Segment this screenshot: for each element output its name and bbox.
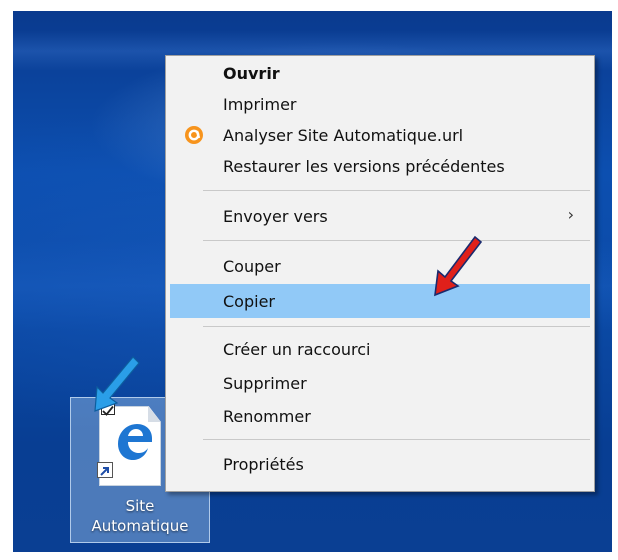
icon-label-line1: Site <box>125 497 155 515</box>
desktop-icon-label: Site Automatique <box>71 496 209 536</box>
menu-separator <box>203 190 590 191</box>
menu-item-label: Créer un raccourci <box>223 340 371 359</box>
menu-item-label: Renommer <box>223 407 311 426</box>
menu-separator <box>203 326 590 327</box>
menu-item-label: Imprimer <box>223 95 297 114</box>
menu-item-proprietes[interactable]: Propriétés <box>170 449 590 479</box>
chevron-right-icon: › <box>567 205 574 224</box>
menu-item-label: Supprimer <box>223 374 307 393</box>
menu-item-label: Copier <box>223 292 275 311</box>
menu-item-creer-raccourci[interactable]: Créer un raccourci <box>170 334 590 364</box>
menu-item-renommer[interactable]: Renommer <box>170 401 590 431</box>
menu-separator <box>203 439 590 440</box>
menu-item-label: Propriétés <box>223 455 304 474</box>
menu-item-couper[interactable]: Couper <box>170 251 590 281</box>
menu-item-restaurer-versions[interactable]: Restaurer les versions précédentes <box>170 151 590 181</box>
desktop-background: Site Automatique Ouvrir Imprimer Analyse… <box>13 11 612 552</box>
menu-item-label: Couper <box>223 257 281 276</box>
menu-item-ouvrir[interactable]: Ouvrir <box>170 58 590 88</box>
menu-item-label: Envoyer vers <box>223 207 328 226</box>
menu-item-supprimer[interactable]: Supprimer <box>170 368 590 398</box>
screenshot-frame: Site Automatique Ouvrir Imprimer Analyse… <box>0 0 618 560</box>
avast-icon <box>185 126 203 144</box>
menu-separator <box>203 240 590 241</box>
menu-item-imprimer[interactable]: Imprimer <box>170 89 590 119</box>
red-annotation-arrow <box>434 235 483 297</box>
menu-item-label: Analyser Site Automatique.url <box>223 126 464 145</box>
menu-item-envoyer-vers[interactable]: Envoyer vers › <box>170 201 590 231</box>
icon-label-line2: Automatique <box>91 517 189 535</box>
blue-annotation-arrow <box>94 356 140 412</box>
shortcut-overlay-icon <box>97 462 113 478</box>
edge-browser-icon <box>118 424 152 460</box>
menu-item-analyser[interactable]: Analyser Site Automatique.url <box>170 120 590 150</box>
menu-item-label: Restaurer les versions précédentes <box>223 157 505 176</box>
menu-item-copier[interactable]: Copier <box>170 284 590 318</box>
menu-item-label: Ouvrir <box>223 64 280 83</box>
context-menu: Ouvrir Imprimer Analyser Site Automatiqu… <box>165 55 595 492</box>
